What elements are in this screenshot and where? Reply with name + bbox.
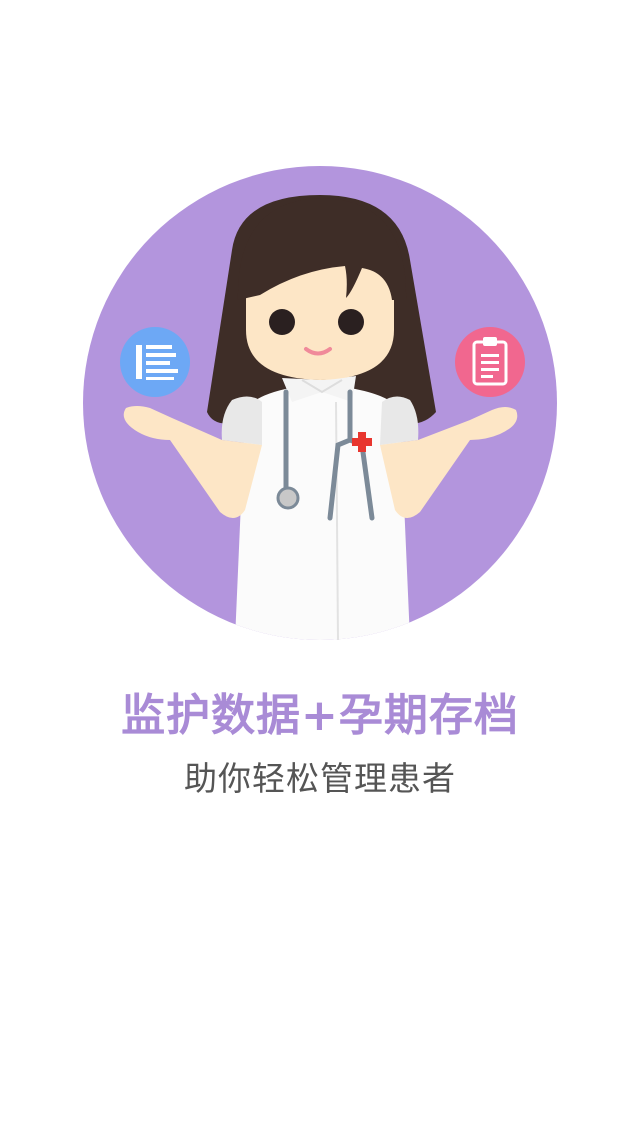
right-eye — [338, 309, 364, 335]
onboarding-slide[interactable]: 监护数据+孕期存档 助你轻松管理患者 — [0, 0, 640, 1138]
clipboard-icon — [455, 327, 525, 397]
list-document-icon — [120, 327, 190, 397]
left-eye — [269, 309, 295, 335]
slide-headline: 监护数据+孕期存档 — [121, 690, 519, 741]
nurse-illustration — [83, 166, 557, 641]
slide-subline: 助你轻松管理患者 — [184, 759, 456, 798]
